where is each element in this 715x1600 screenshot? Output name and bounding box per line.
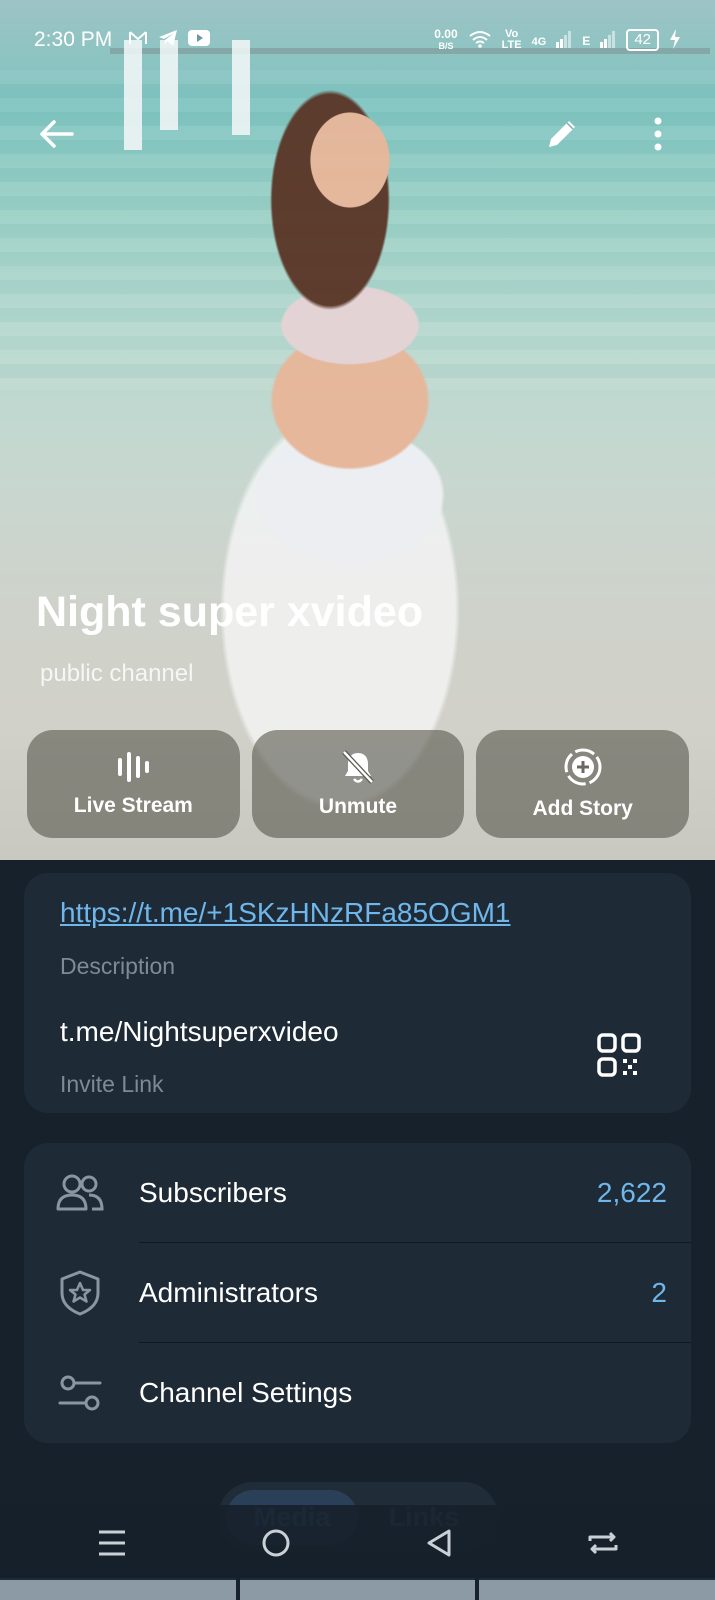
qr-code-button[interactable] (597, 1033, 641, 1082)
notification-icons (128, 29, 211, 52)
subscribers-count: 2,622 (596, 1177, 667, 1208)
menu-icon (98, 1530, 125, 1555)
live-stream-icon (118, 752, 150, 782)
more-options-button[interactable] (632, 108, 684, 160)
signal-icon (556, 30, 572, 51)
invite-link-label: Invite Link (60, 1071, 164, 1097)
media-thumbnail[interactable] (0, 1578, 236, 1600)
signal-icon (600, 30, 616, 51)
edit-button[interactable] (536, 108, 588, 160)
media-thumbnail[interactable] (239, 1578, 476, 1600)
youtube-icon (188, 29, 211, 51)
invite-link[interactable]: t.me/Nightsuperxvideo (60, 1016, 339, 1048)
qr-code-icon (597, 1033, 641, 1077)
arrow-left-icon (40, 120, 74, 148)
net-speed: 0.00 B/S (434, 27, 458, 51)
media-thumbnail[interactable] (479, 1578, 715, 1600)
add-story-button[interactable]: Add Story (476, 730, 690, 838)
administrators-count: 2 (651, 1277, 667, 1308)
network-e: E (582, 34, 591, 48)
back-triangle-icon (427, 1529, 451, 1556)
status-time: 2:30 PM (34, 28, 113, 51)
status-bar: 2:30 PM 0.00 B/S Vo LTE 4G E 42 (0, 0, 715, 80)
description-label: Description (60, 953, 176, 979)
bell-off-icon (342, 750, 374, 784)
battery-indicator: 42 (626, 29, 659, 51)
rotate-button[interactable] (573, 1513, 633, 1573)
back-button[interactable] (30, 108, 82, 160)
description-link[interactable]: https://t.me/+1SKzHNzRFa85OGM1 (60, 897, 511, 929)
administrators-row[interactable]: Administrators 2 (24, 1243, 691, 1343)
home-circle-icon (262, 1529, 290, 1556)
profile-cover-photo: 2:30 PM 0.00 B/S Vo LTE 4G E 42 Night su… (0, 0, 715, 860)
shield-star-icon (56, 1269, 104, 1317)
action-buttons: Live Stream Unmute Add Story (27, 730, 690, 838)
network-4g: 4G (531, 36, 547, 48)
system-status-icons: 0.00 B/S Vo LTE 4G E 42 (434, 28, 681, 52)
media-thumbnails (0, 1578, 715, 1600)
live-stream-label: Live Stream (73, 794, 193, 817)
system-navigation-bar (0, 1505, 715, 1580)
sliders-icon (56, 1369, 104, 1417)
subscribers-row[interactable]: Subscribers 2,622 (24, 1143, 691, 1243)
channel-type: public channel (40, 660, 194, 687)
telegram-icon (158, 29, 178, 52)
channel-management-card: Subscribers 2,622 Administrators 2 Chann… (24, 1143, 691, 1443)
subscribers-label: Subscribers (139, 1177, 287, 1208)
live-stream-button[interactable]: Live Stream (27, 730, 240, 838)
channel-title: Night super xvideo (36, 588, 424, 636)
administrators-label: Administrators (139, 1277, 318, 1308)
charging-icon (669, 28, 681, 52)
channel-info-card: https://t.me/+1SKzHNzRFa85OGM1 Descripti… (24, 873, 691, 1113)
home-button[interactable] (246, 1513, 306, 1573)
gmail-icon (128, 30, 148, 51)
users-icon (56, 1169, 104, 1217)
system-back-button[interactable] (409, 1513, 469, 1573)
pencil-icon (549, 121, 575, 147)
unmute-label: Unmute (318, 795, 398, 818)
unmute-button[interactable]: Unmute (251, 730, 465, 838)
add-story-icon (564, 748, 602, 786)
more-vertical-icon (654, 117, 662, 151)
wifi-icon (468, 30, 492, 51)
cover-figure (210, 90, 470, 810)
add-story-label: Add Story (532, 797, 633, 820)
channel-settings-label: Channel Settings (139, 1377, 353, 1408)
recents-button[interactable] (82, 1513, 142, 1573)
rotate-icon (588, 1531, 618, 1554)
channel-settings-row[interactable]: Channel Settings (24, 1343, 691, 1443)
volte-indicator: Vo LTE (501, 28, 522, 51)
